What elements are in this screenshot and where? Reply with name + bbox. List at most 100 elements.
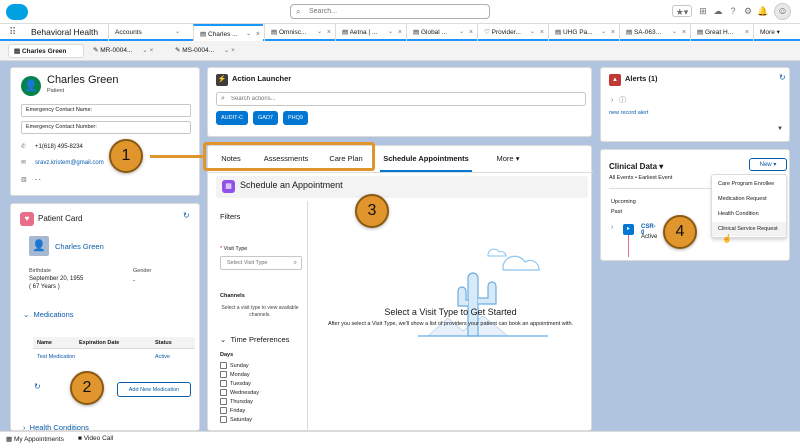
chevron-down-icon[interactable]: ⌄ — [175, 24, 180, 41]
chevron-down-icon[interactable]: ⌄ — [246, 26, 251, 41]
refresh-icon[interactable]: ↻ — [183, 211, 190, 220]
chevron-down-icon[interactable]: ⌄ — [224, 47, 229, 54]
close-icon[interactable]: × — [231, 47, 235, 54]
phq9-button[interactable]: PHQ9 — [283, 111, 308, 125]
nav-tab-aetna[interactable]: ▤ Aetna | ... ⌄ × — [335, 24, 405, 41]
subtab-mr[interactable]: ✎ MR-0004... ⌄ × — [88, 44, 164, 58]
close-icon[interactable]: × — [682, 24, 686, 41]
trailhead-icon[interactable]: ☁ — [712, 5, 724, 17]
new-button[interactable]: New ▾ — [749, 158, 787, 171]
nav-tab-charles[interactable]: ▤ Charles ... ⌄ × — [193, 24, 263, 41]
close-icon[interactable]: × — [327, 24, 331, 41]
days-label: Days — [220, 352, 234, 358]
patient-card-name-link[interactable]: Charles Green — [55, 242, 104, 251]
utility-bar: ▦ My Appointments ■ Video Call — [0, 431, 800, 448]
clinical-data-subtitle: All Events • Earliest Event — [609, 175, 673, 181]
day-checkbox-sunday[interactable]: Sunday — [220, 362, 249, 371]
nav-tab-accounts[interactable]: Accounts ⌄ — [108, 24, 192, 41]
close-icon[interactable]: × — [611, 24, 615, 41]
add-new-medication-button[interactable]: Add New Medication — [117, 382, 191, 397]
add-icon[interactable]: ⊞ — [697, 5, 709, 17]
refresh-icon[interactable]: ↻ — [779, 73, 786, 82]
time-preferences-toggle[interactable]: ⌄ Time Preferences — [220, 335, 289, 344]
app-launcher-icon[interactable]: ⠿ — [9, 27, 20, 38]
alert-row-toggle[interactable]: › ⓘ — [611, 95, 626, 105]
menu-item-care-program-enrollee[interactable]: Care Program Enrollee — [712, 177, 786, 191]
empty-state-description: After you select a Visit Type, we'll sho… — [327, 321, 574, 327]
required-marker: * — [220, 246, 223, 252]
checkbox[interactable] — [220, 389, 227, 397]
nav-tab-sa[interactable]: ▤ SA-063... ⌄ × — [619, 24, 689, 41]
address-value: - - — [35, 177, 41, 183]
visit-type-select[interactable]: Select Visit Type ⌕ — [220, 256, 302, 270]
day-checkbox-thursday[interactable]: Thursday — [220, 398, 253, 407]
gender-value: - — [133, 278, 135, 284]
clinical-data-title-text: Clinical Data — [609, 162, 658, 171]
subtab-charles-green[interactable]: ▤ Charles Green — [8, 44, 84, 58]
tab-more[interactable]: More ▾ — [488, 146, 528, 172]
menu-item-medication-request[interactable]: Medication Request — [712, 192, 786, 206]
close-icon[interactable]: × — [256, 26, 260, 41]
video-call-item[interactable]: ■ Video Call — [78, 435, 113, 442]
medications-section-toggle[interactable]: ⌄ Medications — [23, 310, 74, 319]
tab-schedule-appointments[interactable]: Schedule Appointments — [380, 146, 472, 172]
settings-icon[interactable]: ⚙ — [742, 5, 754, 17]
emergency-contact-name-field[interactable]: Emergency Contact Name: — [21, 104, 191, 117]
clinical-data-title[interactable]: Clinical Data ▾ — [609, 162, 663, 171]
global-search-input[interactable] — [309, 6, 479, 17]
day-checkbox-saturday[interactable]: Saturday — [220, 416, 252, 425]
action-search-input[interactable] — [231, 94, 571, 104]
nav-tab-uhg[interactable]: ▤ UHG Pa... ⌄ × — [548, 24, 618, 41]
email-line[interactable]: ✉ sravz.kristem@gmail.com — [21, 159, 104, 166]
new-record-alert-link[interactable]: new record alert — [609, 110, 648, 116]
nav-tab-provider[interactable]: ♡ Provider... ⌄ × — [477, 24, 547, 41]
close-icon[interactable]: × — [398, 24, 402, 41]
gad7-button[interactable]: GAD7 — [253, 111, 278, 125]
notifications-icon[interactable]: 🔔 — [757, 5, 769, 17]
checkbox[interactable] — [220, 362, 227, 370]
refresh-icon[interactable]: ↻ — [34, 382, 41, 391]
subtab-ms[interactable]: ✎ MS-0004... ⌄ × — [170, 44, 250, 58]
chevron-right-icon[interactable]: › — [611, 224, 613, 231]
chevron-down-icon[interactable]: ⌄ — [142, 47, 147, 54]
help-icon[interactable]: ? — [727, 5, 739, 17]
close-icon[interactable]: × — [745, 24, 749, 41]
filters-title: Filters — [220, 212, 241, 221]
day-checkbox-monday[interactable]: Monday — [220, 371, 250, 380]
day-checkbox-wednesday[interactable]: Wednesday — [220, 389, 259, 398]
medication-name-link[interactable]: Test Medication — [37, 351, 75, 363]
close-icon[interactable]: × — [469, 24, 473, 41]
my-appointments-item[interactable]: ▦ My Appointments — [6, 435, 64, 443]
chevron-down-icon[interactable]: ⌄ — [317, 24, 322, 41]
day-checkbox-friday[interactable]: Friday — [220, 407, 245, 416]
favorites-icon[interactable]: ★▾ — [672, 5, 692, 17]
action-search[interactable]: ⌕ — [216, 92, 586, 106]
close-icon[interactable]: × — [150, 47, 154, 54]
emergency-contact-number-field[interactable]: Emergency Contact Number: — [21, 121, 191, 134]
global-search[interactable]: ⌕ — [290, 4, 490, 19]
nav-tab-global[interactable]: ▤ Global ... ⌄ × — [406, 24, 476, 41]
close-icon[interactable]: × — [540, 24, 544, 41]
user-avatar[interactable]: ☺ — [774, 3, 791, 20]
checkbox[interactable] — [220, 398, 227, 406]
chevron-down-icon[interactable]: ⌄ — [672, 24, 677, 41]
chevron-down-icon[interactable]: ⌄ — [459, 24, 464, 41]
checkbox[interactable] — [220, 416, 227, 424]
checkbox[interactable] — [220, 371, 227, 379]
caret-down-icon[interactable]: ▼ — [777, 126, 783, 132]
checkbox[interactable] — [220, 407, 227, 415]
checkbox[interactable] — [220, 380, 227, 388]
email-link[interactable]: sravz.kristem@gmail.com — [35, 160, 104, 166]
nav-tab-omnisc[interactable]: ▤ Omnisc... ⌄ × — [264, 24, 334, 41]
salesforce-logo[interactable] — [6, 4, 28, 20]
audit-c-button[interactable]: AUDIT-C — [216, 111, 248, 125]
callout-2: 2 — [70, 371, 104, 405]
menu-item-health-condition[interactable]: Health Condition — [712, 207, 786, 221]
chevron-down-icon[interactable]: ⌄ — [530, 24, 535, 41]
nav-tab-great[interactable]: ▤ Great H... × — [690, 24, 752, 41]
nav-tab-label: UHG Pa... — [562, 29, 593, 36]
nav-tab-more[interactable]: More ▾ — [753, 24, 800, 41]
day-checkbox-tuesday[interactable]: Tuesday — [220, 380, 251, 389]
chevron-down-icon[interactable]: ⌄ — [601, 24, 606, 41]
chevron-down-icon[interactable]: ⌄ — [388, 24, 393, 41]
